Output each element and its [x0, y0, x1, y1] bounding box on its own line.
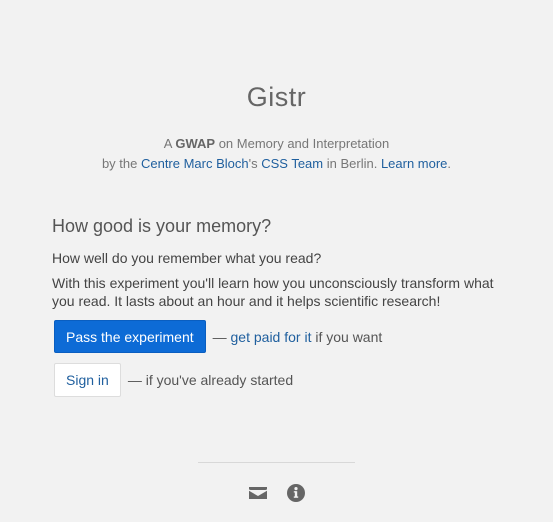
tagline-line-1: A GWAP on Memory and Interpretation	[0, 134, 553, 154]
centre-marc-bloch-link[interactable]: Centre Marc Bloch	[141, 156, 249, 171]
tagline-suffix: on Memory and Interpretation	[215, 136, 390, 151]
envelope-icon[interactable]	[248, 484, 267, 502]
credit-location: in Berlin.	[323, 156, 381, 171]
app-title: Gistr	[246, 82, 307, 112]
tagline-line-2: by the Centre Marc Bloch's CSS Team in B…	[0, 154, 553, 174]
pass-experiment-button[interactable]: Pass the experiment	[54, 320, 206, 353]
sign-in-row: Sign in — if you've already started	[54, 363, 502, 397]
paid-suffix: if you want	[311, 328, 383, 345]
css-team-link[interactable]: CSS Team	[261, 156, 323, 171]
intro-question: How well do you remember what you read?	[52, 250, 322, 266]
credit-possessive: 's	[248, 156, 262, 171]
info-circle-icon-graphic	[286, 484, 305, 502]
info-circle-icon[interactable]	[286, 484, 305, 502]
credit-end: .	[447, 156, 452, 171]
learn-more-link[interactable]: Learn more	[381, 156, 447, 171]
tagline-prefix: A	[163, 136, 176, 151]
pass-experiment-note: — get paid for it if you want	[213, 329, 383, 345]
gwap-label: GWAP	[175, 136, 216, 151]
sign-in-note: — if you've already started	[127, 372, 294, 388]
pass-dash: —	[212, 328, 231, 345]
credit-prefix: by the	[101, 156, 141, 171]
pass-experiment-row: Pass the experiment — get paid for it if…	[54, 320, 502, 353]
footer	[0, 484, 553, 502]
intro-description: With this experiment you'll learn how yo…	[52, 275, 494, 309]
envelope-icon-graphic	[248, 487, 267, 499]
intro-section: How good is your memory? How well do you…	[52, 214, 502, 397]
footer-divider	[198, 462, 355, 463]
sign-in-button[interactable]: Sign in	[54, 363, 121, 397]
page: Gistr A GWAP on Memory and Interpretatio…	[0, 0, 553, 522]
header: Gistr A GWAP on Memory and Interpretatio…	[0, 80, 553, 174]
section-title: How good is your memory?	[52, 216, 272, 236]
tagline: A GWAP on Memory and Interpretation by t…	[0, 134, 553, 174]
get-paid-link[interactable]: get paid for it	[231, 329, 312, 345]
